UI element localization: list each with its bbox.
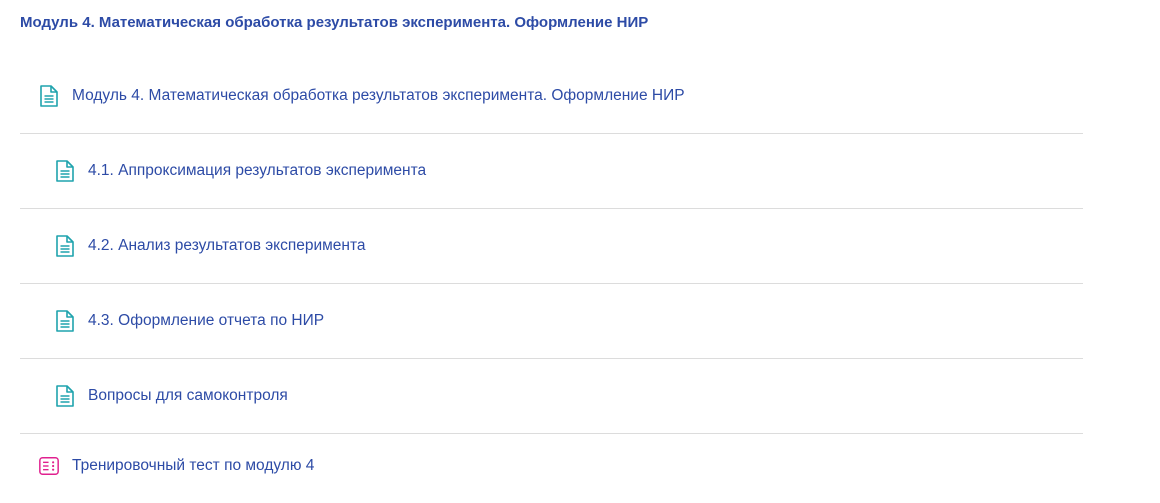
activity-report-page[interactable]: 4.3. Оформление отчета по НИР [20, 284, 1083, 359]
activity-approximation-page[interactable]: 4.1. Аппроксимация результатов экспериме… [20, 134, 1083, 209]
page-icon [54, 309, 76, 333]
page-icon [54, 384, 76, 408]
activity-label[interactable]: Модуль 4. Математическая обработка резул… [72, 87, 685, 105]
activity-label[interactable]: 4.3. Оформление отчета по НИР [88, 312, 324, 330]
activity-practice-quiz[interactable]: Тренировочный тест по модулю 4 [20, 434, 1083, 498]
quiz-icon [38, 454, 60, 478]
activity-analysis-page[interactable]: 4.2. Анализ результатов эксперимента [20, 209, 1083, 284]
activity-label[interactable]: Тренировочный тест по модулю 4 [72, 457, 314, 475]
page-icon [54, 159, 76, 183]
activity-label[interactable]: 4.2. Анализ результатов эксперимента [88, 237, 366, 255]
activity-label[interactable]: 4.1. Аппроксимация результатов экспериме… [88, 162, 426, 180]
page-icon [54, 234, 76, 258]
activity-self-check-page[interactable]: Вопросы для самоконтроля [20, 359, 1083, 434]
activity-list: Модуль 4. Математическая обработка резул… [20, 59, 1083, 498]
section-title: Модуль 4. Математическая обработка резул… [20, 14, 649, 31]
activity-module-page[interactable]: Модуль 4. Математическая обработка резул… [20, 59, 1083, 134]
page-icon [38, 84, 60, 108]
activity-label[interactable]: Вопросы для самоконтроля [88, 387, 288, 405]
